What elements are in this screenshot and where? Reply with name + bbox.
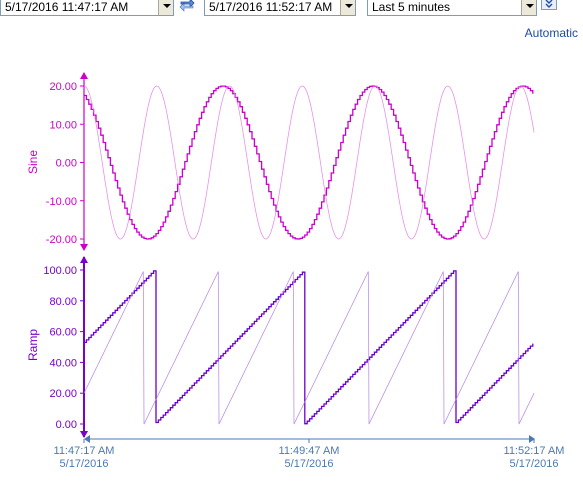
y-tick-label: -10.00	[46, 196, 77, 208]
x-tick-time-label: 11:52:17 AM	[504, 445, 565, 457]
x-tick-date-label: 5/17/2016	[60, 458, 109, 470]
series-line-0-1	[83, 85, 535, 240]
y-tick-label: 20.00	[49, 81, 77, 93]
y-tick-label: 40.00	[49, 357, 77, 369]
series-line-0-0	[84, 85, 534, 240]
series-line-1-0	[84, 270, 534, 425]
axis-arrow-up-icon	[80, 72, 88, 79]
trend-chart: 20.00 10.00 0.00 -10.00 -20.00 Sine 100.00 80.0…	[26, 72, 565, 470]
y-tick-label: -20.00	[46, 234, 77, 246]
x-tick-date-label: 5/17/2016	[510, 458, 559, 470]
axis-arrow-down-icon	[80, 431, 88, 438]
y-tick-label: 100.00	[43, 265, 77, 277]
y-tick-label: 0.00	[56, 158, 77, 170]
y-tick-label: 10.00	[49, 119, 77, 131]
series-line-1-1	[83, 271, 535, 425]
axis-arrow-down-icon	[80, 244, 88, 251]
y-tick-label: 60.00	[49, 327, 77, 339]
x-tick-date-label: 5/17/2016	[285, 458, 334, 470]
y-tick-label: 0.00	[56, 419, 77, 431]
x-tick-time-label: 11:49:47 AM	[279, 445, 340, 457]
y-axis-title: Ramp	[26, 329, 40, 361]
x-tick-time-label: 11:47:17 AM	[54, 445, 115, 457]
axis-arrow-up-icon	[80, 256, 88, 263]
y-tick-label: 20.00	[49, 388, 77, 400]
y-tick-label: 80.00	[49, 296, 77, 308]
y-axis-title: Sine	[26, 150, 40, 174]
